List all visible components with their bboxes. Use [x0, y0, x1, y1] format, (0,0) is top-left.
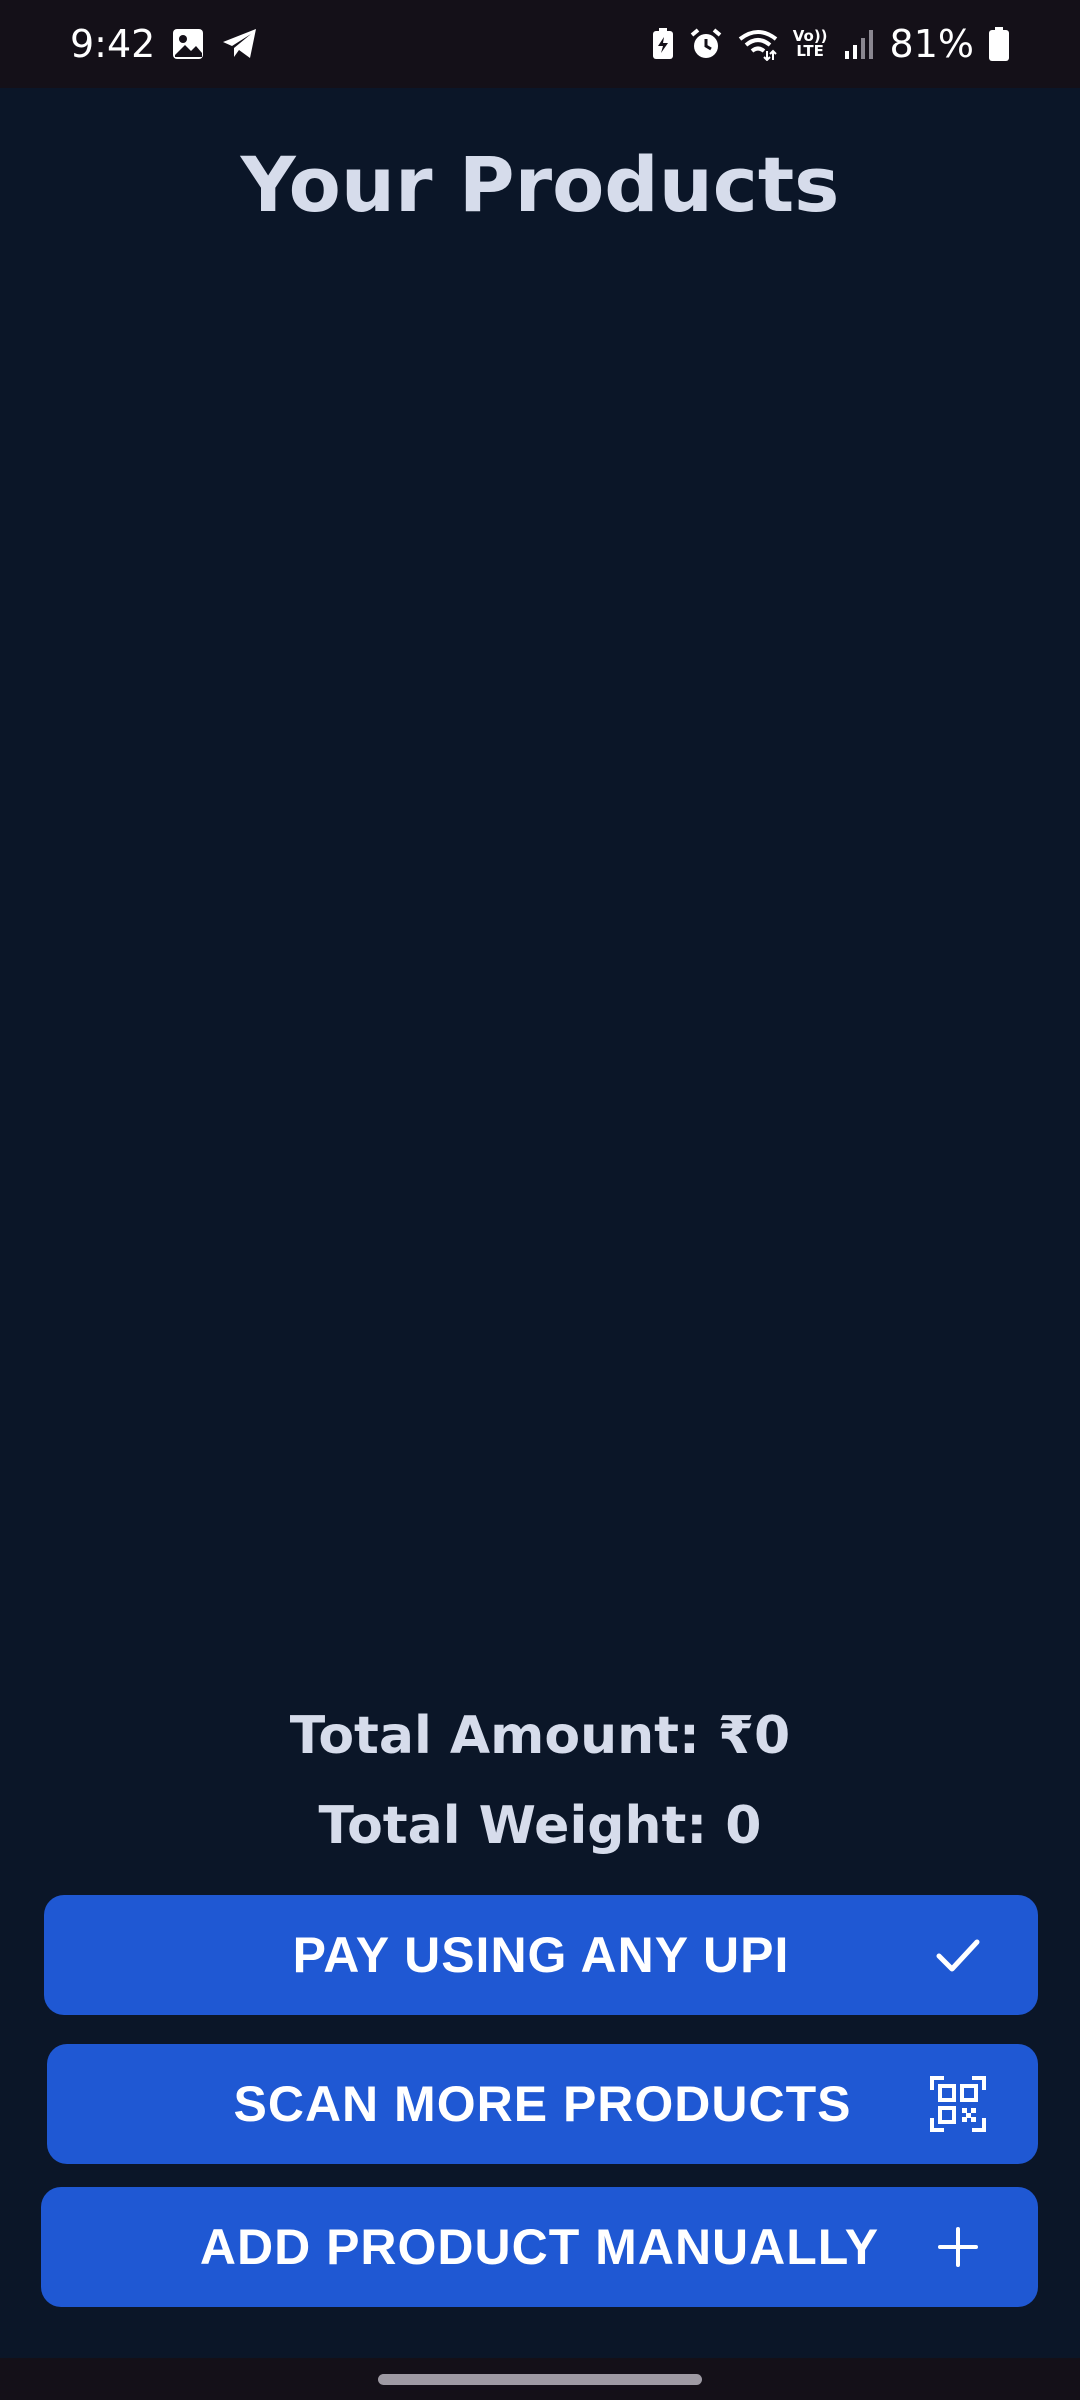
add-product-manually-label: ADD PRODUCT MANUALLY	[199, 2219, 880, 2275]
navigation-bar	[0, 2358, 1080, 2400]
qr-code-icon	[930, 2076, 986, 2132]
status-bar: 9:42 Vo)) LTE 81%	[0, 0, 1080, 88]
status-time: 9:42	[70, 22, 156, 66]
products-list	[0, 328, 1080, 1768]
battery-icon	[988, 26, 1010, 62]
signal-icon	[842, 27, 876, 61]
scan-more-products-label: SCAN MORE PRODUCTS	[233, 2076, 852, 2132]
scan-more-products-button[interactable]: SCAN MORE PRODUCTS	[47, 2044, 1038, 2164]
plus-icon	[930, 2219, 986, 2275]
page-title: Your Products	[240, 140, 840, 229]
volte-label-bottom: LTE	[796, 42, 824, 60]
volte-icon: Vo)) LTE	[793, 29, 828, 59]
check-icon	[930, 1927, 986, 1983]
wifi-icon	[737, 27, 779, 61]
gallery-icon	[171, 27, 205, 61]
alarm-icon	[689, 27, 723, 61]
add-product-manually-button[interactable]: ADD PRODUCT MANUALLY	[41, 2187, 1038, 2307]
pay-upi-label: PAY USING ANY UPI	[292, 1927, 790, 1983]
home-indicator[interactable]	[378, 2374, 702, 2385]
total-weight: Total Weight: 0	[318, 1796, 762, 1856]
battery-percent: 81%	[889, 22, 974, 66]
pay-upi-button[interactable]: PAY USING ANY UPI	[44, 1895, 1038, 2015]
app-screen: Your Products Total Amount: ₹0 Total Wei…	[0, 88, 1080, 2358]
status-right: Vo)) LTE 81%	[651, 0, 1010, 88]
telegram-icon	[221, 27, 259, 61]
battery-saver-icon	[651, 27, 675, 61]
total-amount: Total Amount: ₹0	[289, 1706, 791, 1766]
status-left: 9:42	[70, 0, 259, 88]
